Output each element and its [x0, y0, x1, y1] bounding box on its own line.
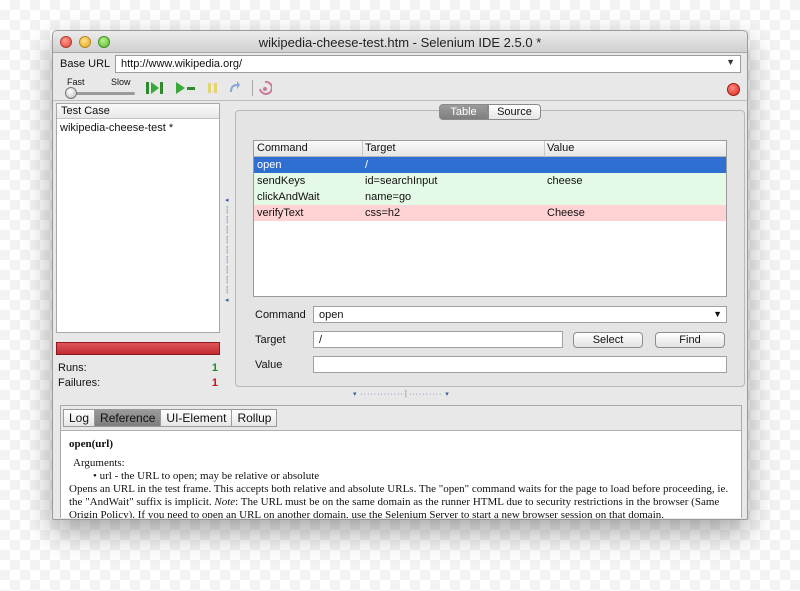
reference-description-text: the "AndWait" suffix is implicit. — [69, 496, 212, 508]
row-value: Cheese — [547, 207, 585, 219]
row-command: sendKeys — [257, 175, 306, 187]
table-row[interactable]: sendKeys id=searchInput cheese — [254, 173, 726, 189]
value-input[interactable] — [313, 356, 727, 373]
test-case-header: Test Case — [57, 104, 219, 119]
target-input[interactable]: / — [313, 331, 563, 348]
reference-arguments-label: Arguments: — [73, 457, 125, 469]
toolbar-divider — [252, 80, 253, 96]
play-current-icon[interactable] — [174, 80, 196, 99]
runs-label: Runs: — [58, 362, 87, 374]
row-command: verifyText — [257, 207, 304, 219]
header-value[interactable]: Value — [547, 142, 574, 154]
row-command: clickAndWait — [257, 191, 320, 203]
record-icon[interactable] — [727, 83, 740, 96]
base-url-bar: Base URL http://www.wikipedia.org/ ▼ — [53, 53, 747, 75]
selenium-ide-window: wikipedia-cheese-test.htm - Selenium IDE… — [52, 30, 748, 520]
row-target: css=h2 — [365, 207, 401, 219]
rollup-icon[interactable] — [258, 80, 273, 99]
command-table: Command Target Value open / sendKeys id=… — [253, 140, 727, 297]
dropdown-arrow-icon[interactable]: ▼ — [713, 309, 722, 319]
base-url-value: http://www.wikipedia.org/ — [121, 58, 243, 70]
test-progress-bar — [56, 342, 220, 355]
tab-log[interactable]: Log — [63, 409, 96, 427]
header-command[interactable]: Command — [257, 142, 308, 154]
tab-ui-element[interactable]: UI-Element — [160, 409, 233, 427]
test-case-panel: Test Case wikipedia-cheese-test * — [56, 103, 220, 333]
select-button[interactable]: Select — [573, 332, 643, 348]
command-table-header: Command Target Value — [254, 141, 726, 157]
command-label: Command — [255, 309, 306, 321]
failures-label: Failures: — [58, 377, 101, 389]
test-case-item[interactable]: wikipedia-cheese-test * — [57, 119, 219, 137]
bottom-panel: Log Reference UI-Element Rollup open(url) A… — [60, 405, 742, 518]
window-title: wikipedia-cheese-test.htm - Selenium IDE… — [258, 35, 542, 50]
base-url-input[interactable]: http://www.wikipedia.org/ ▼ — [115, 55, 741, 73]
vertical-splitter-handle[interactable]: ◂ ┆ ┆ ┆ ┆ ┆ ┆ ┆ ┆ ┆ ◂ — [225, 196, 229, 306]
speed-fast-label: Fast — [67, 77, 85, 87]
reference-content: open(url) Arguments: • url - the URL to … — [61, 430, 741, 518]
column-divider — [362, 141, 363, 157]
column-divider — [544, 141, 545, 157]
target-label: Target — [255, 334, 286, 346]
table-row[interactable]: verifyText css=h2 Cheese — [254, 205, 726, 221]
speed-slow-label: Slow — [111, 77, 131, 87]
step-icon[interactable] — [227, 80, 241, 99]
runs-count: 1 — [211, 362, 218, 374]
table-row[interactable]: clickAndWait name=go — [254, 189, 726, 205]
base-url-label: Base URL — [60, 58, 111, 70]
horizontal-splitter-handle[interactable]: ▾ ·············┆·········· ▾ — [353, 390, 450, 398]
speed-slider-knob[interactable] — [65, 87, 77, 99]
table-row[interactable]: open / — [254, 157, 726, 173]
header-target[interactable]: Target — [365, 142, 396, 154]
tab-source[interactable]: Source — [488, 104, 541, 120]
row-target: / — [365, 159, 369, 171]
failures-count: 1 — [211, 377, 218, 389]
reference-title: open(url) — [69, 438, 113, 450]
row-target: name=go — [365, 191, 412, 203]
value-label: Value — [255, 359, 283, 371]
target-input-value: / — [319, 334, 323, 346]
tab-reference[interactable]: Reference — [94, 409, 162, 427]
tab-table[interactable]: Table — [439, 104, 488, 120]
row-command: open — [257, 159, 282, 171]
row-target: id=searchInput — [365, 175, 438, 187]
tab-rollup[interactable]: Rollup — [231, 409, 278, 427]
find-button[interactable]: Find — [655, 332, 725, 348]
reference-description-line: Origin Policy). If you need to open an U… — [69, 509, 664, 518]
toolbar: Fast Slow — [53, 75, 747, 101]
dropdown-arrow-icon[interactable]: ▼ — [726, 57, 735, 67]
bottom-tab-bar: Log Reference UI-Element Rollup — [63, 409, 278, 427]
play-all-icon[interactable] — [145, 80, 167, 99]
reference-description-text: : The URL must be on the same domain as … — [235, 496, 720, 508]
reference-description-line: the "AndWait" suffix is implicit. Note: … — [69, 496, 733, 509]
reference-description-line: Opens an URL in the test frame. This acc… — [69, 483, 729, 495]
pause-icon[interactable] — [207, 80, 219, 99]
command-select-value: open — [319, 309, 344, 321]
title-bar: wikipedia-cheese-test.htm - Selenium IDE… — [53, 31, 747, 53]
reference-note-label: Note — [214, 496, 236, 508]
row-value: cheese — [547, 175, 583, 187]
reference-argument-text: url - the URL to open; may be relative o… — [99, 470, 320, 482]
command-select[interactable]: open ▼ — [313, 306, 727, 323]
reference-argument-item: • url - the URL to open; may be relative… — [93, 470, 320, 482]
